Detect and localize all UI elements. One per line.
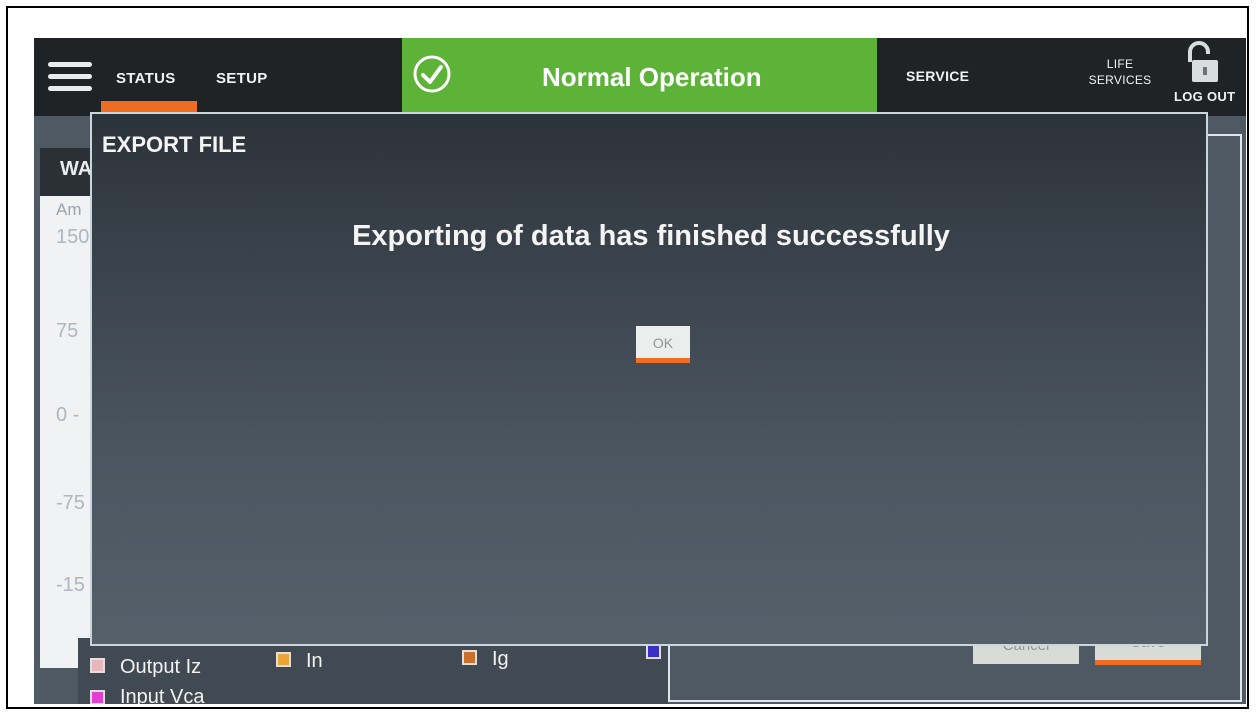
tab-setup[interactable]: SETUP xyxy=(216,70,268,87)
y-tick-label: -75 xyxy=(56,492,85,514)
chart-panel-title: WA xyxy=(60,158,93,180)
photo-frame: STATUS SETUP Normal Operation SERVICE LI… xyxy=(6,6,1249,709)
life-services-line1: LIFE xyxy=(1106,57,1134,71)
legend-swatch xyxy=(90,658,105,673)
y-tick-label: 0 - xyxy=(56,404,80,426)
export-file-dialog: EXPORT FILE Exporting of data has finish… xyxy=(90,112,1208,646)
unlocked-padlock-icon[interactable] xyxy=(1184,40,1222,86)
legend-swatch xyxy=(462,650,477,665)
ok-button[interactable]: OK xyxy=(636,326,690,363)
legend-swatch xyxy=(276,652,291,667)
y-tick-label: 150 xyxy=(56,226,90,248)
legend-swatch xyxy=(646,644,661,659)
logout-button[interactable]: LOG OUT xyxy=(1174,89,1235,104)
tab-status[interactable]: STATUS xyxy=(116,70,176,87)
status-text: Normal Operation xyxy=(542,62,762,92)
dialog-message: Exporting of data has finished successfu… xyxy=(352,220,950,252)
life-services-line2: SERVICES xyxy=(1088,73,1152,87)
y-tick-label: -15 xyxy=(56,574,85,596)
device-screen: STATUS SETUP Normal Operation SERVICE LI… xyxy=(34,38,1246,704)
chart-axis-label: Am xyxy=(56,200,82,219)
tab-life-services[interactable]: LIFE SERVICES xyxy=(1080,56,1160,88)
hamburger-menu-icon[interactable] xyxy=(48,62,92,92)
legend-label: Ig xyxy=(492,648,509,670)
legend-swatch xyxy=(90,690,105,704)
check-circle-icon xyxy=(413,55,451,93)
y-tick-label: 75 xyxy=(56,320,79,342)
legend-label: Output Iz xyxy=(120,656,202,678)
legend-label: Input Vca xyxy=(120,686,205,704)
status-banner: Normal Operation xyxy=(402,38,877,112)
top-navigation-bar: STATUS SETUP Normal Operation SERVICE LI… xyxy=(34,38,1246,116)
dialog-title: EXPORT FILE xyxy=(102,132,247,157)
legend-label: In xyxy=(306,650,323,672)
tab-service[interactable]: SERVICE xyxy=(906,68,969,84)
